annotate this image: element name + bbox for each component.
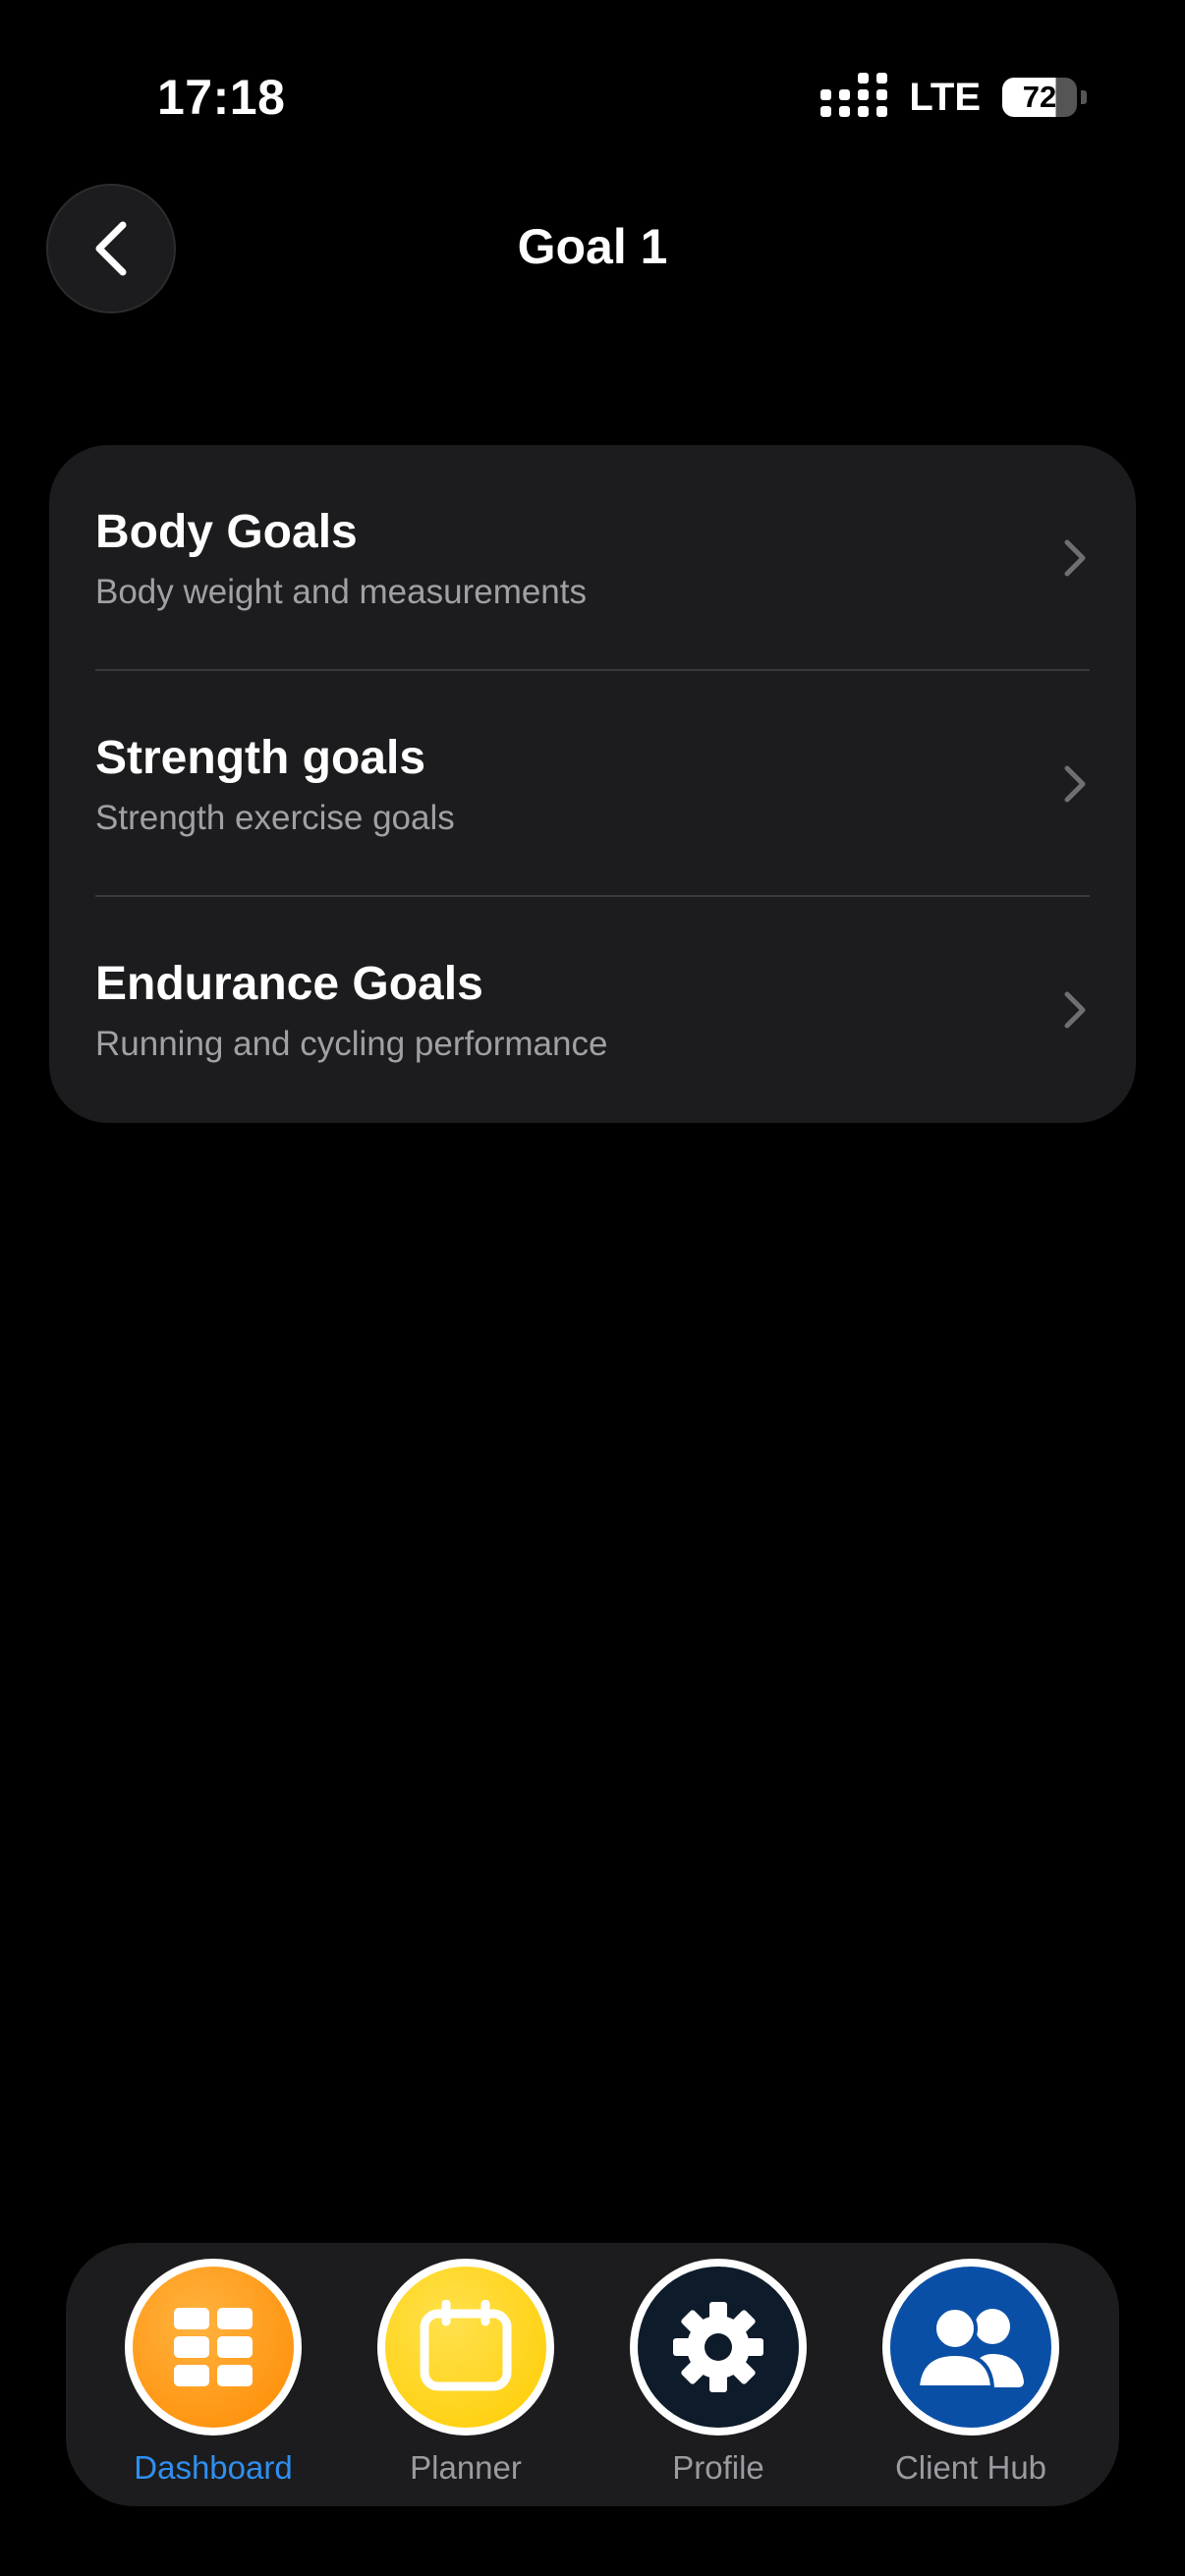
network-type: LTE <box>909 75 981 119</box>
planner-tab-icon <box>377 2259 554 2436</box>
goal-subtitle: Body weight and measurements <box>95 572 587 611</box>
goals-card: Body Goals Body weight and measurements … <box>49 445 1136 1123</box>
goal-row-endurance[interactable]: Endurance Goals Running and cycling perf… <box>49 897 1136 1123</box>
tab-label: Planner <box>410 2449 522 2486</box>
goal-title: Strength goals <box>95 731 426 784</box>
client-hub-tab-icon <box>882 2259 1059 2436</box>
signal-icon <box>820 73 888 117</box>
tab-label: Dashboard <box>134 2449 293 2486</box>
goal-subtitle: Running and cycling performance <box>95 1024 608 1063</box>
goal-title: Body Goals <box>95 505 358 558</box>
status-time: 17:18 <box>157 70 286 125</box>
profile-tab-icon <box>630 2259 807 2436</box>
tab-label: Client Hub <box>894 2449 1047 2486</box>
status-indicators: LTE 72 <box>820 73 1087 122</box>
page-title: Goal 1 <box>517 219 668 274</box>
chevron-right-icon <box>1064 991 1086 1029</box>
dashboard-tab-icon <box>125 2259 302 2436</box>
goal-row-body[interactable]: Body Goals Body weight and measurements <box>49 445 1136 671</box>
tab-dashboard[interactable]: Dashboard <box>115 2259 311 2487</box>
goal-subtitle: Strength exercise goals <box>95 798 455 837</box>
tab-profile[interactable]: Profile <box>620 2259 817 2487</box>
users-icon <box>915 2306 1024 2389</box>
gear-icon <box>673 2302 763 2392</box>
grid-icon <box>174 2308 253 2386</box>
goal-row-strength[interactable]: Strength goals Strength exercise goals <box>49 671 1136 897</box>
tab-bar: Dashboard Planner Profile Client Hub <box>66 2243 1119 2506</box>
calendar-icon <box>420 2300 512 2391</box>
battery-icon: 72 <box>1002 78 1087 117</box>
tab-planner[interactable]: Planner <box>367 2259 564 2487</box>
goal-title: Endurance Goals <box>95 957 483 1010</box>
tab-label: Profile <box>672 2449 764 2486</box>
chevron-right-icon <box>1064 539 1086 577</box>
chevron-right-icon <box>1064 765 1086 803</box>
battery-level: 72 <box>1002 78 1077 117</box>
tab-client-hub[interactable]: Client Hub <box>873 2259 1069 2487</box>
